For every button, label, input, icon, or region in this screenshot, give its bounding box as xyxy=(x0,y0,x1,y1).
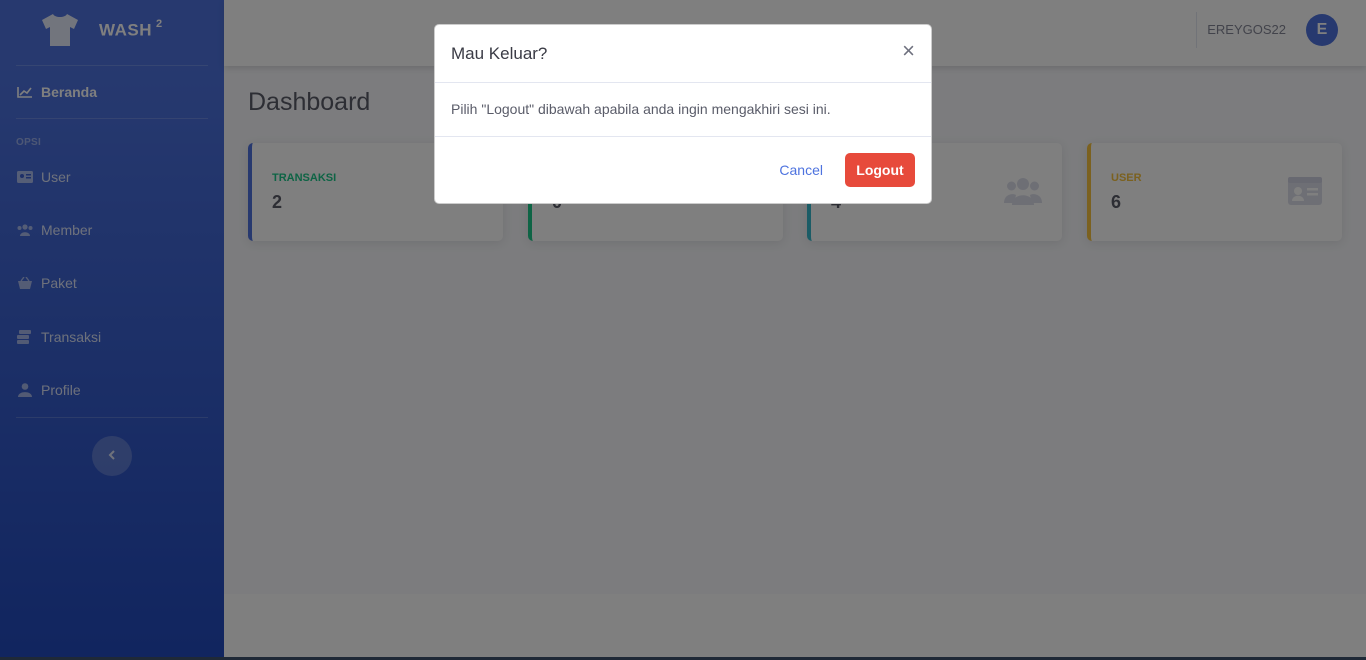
modal-message: Pilih "Logout" dibawah apabila anda ingi… xyxy=(451,101,831,117)
close-icon[interactable]: × xyxy=(902,40,915,62)
modal-body: Pilih "Logout" dibawah apabila anda ingi… xyxy=(435,83,931,137)
modal-header: Mau Keluar? × xyxy=(435,25,931,83)
logout-modal: Mau Keluar? × Pilih "Logout" dibawah apa… xyxy=(434,24,932,204)
logout-button[interactable]: Logout xyxy=(845,153,915,187)
modal-footer: Cancel Logout xyxy=(435,137,931,203)
modal-title: Mau Keluar? xyxy=(451,44,548,63)
cancel-button[interactable]: Cancel xyxy=(777,153,825,187)
